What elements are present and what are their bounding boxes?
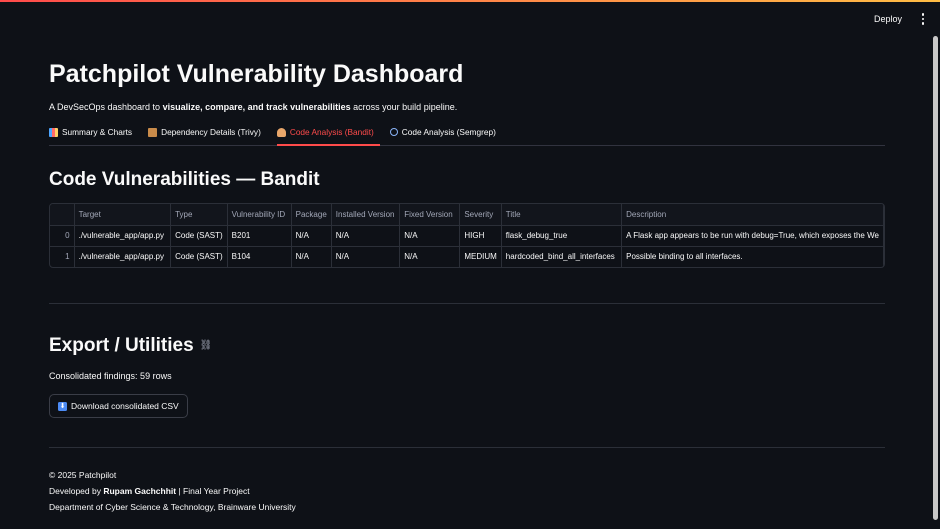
table-cell[interactable]: B201 [227,225,292,247]
subtitle-prefix: A DevSecOps dashboard to [49,102,163,112]
tab-code-analysis-bandit[interactable]: Code Analysis (Bandit) [276,127,380,146]
table-cell[interactable]: N/A [331,225,401,247]
tab-summary-charts[interactable]: Summary & Charts [49,127,138,145]
tab-bar: Summary & Charts Dependency Details (Tri… [49,123,885,146]
table-cell[interactable]: 0 [50,225,75,247]
main-content: Patchpilot Vulnerability Dashboard A Dev… [49,56,885,515]
table-cell[interactable]: N/A [291,225,332,247]
table-cell[interactable]: N/A [399,246,461,267]
magnifier-icon [389,128,398,136]
package-icon [148,127,158,137]
anchor-link-icon[interactable]: ⛓ [200,334,213,358]
column-header-type[interactable]: Type [170,204,228,226]
app-toolbar: Deploy [868,8,928,30]
table-cell[interactable]: HIGH [459,225,502,247]
table-cell[interactable]: N/A [399,225,461,247]
export-section-title: Export / Utilities ⛓ [49,334,885,358]
column-header-target[interactable]: Target [74,204,172,226]
table-cell[interactable]: Code (SAST) [170,225,228,247]
developer-name: Rupam Gachchhit [103,486,177,496]
download-arrow-icon: ⬇ [58,401,67,411]
tab-label: Code Analysis (Bandit) [289,127,374,137]
footer: © 2025 Patchpilot Developed by Rupam Gac… [49,467,885,515]
table-row: 1 ./vulnerable_app/app.py Code (SAST) B1… [50,246,884,267]
column-header-index[interactable] [50,204,75,226]
table-row: 0 ./vulnerable_app/app.py Code (SAST) B2… [50,225,884,247]
tab-dependency-details[interactable]: Dependency Details (Trivy) [148,127,267,145]
column-header-vulnerability-id[interactable]: Vulnerability ID [227,204,292,226]
tab-label: Dependency Details (Trivy) [161,127,261,137]
subtitle-bold: visualize, compare, and track vulnerabil… [162,102,351,112]
vulnerability-table[interactable]: Target Type Vulnerability ID Package Ins… [49,203,885,268]
consolidated-rows-info: Consolidated findings: 59 rows [49,371,172,381]
tab-label: Summary & Charts [62,127,133,137]
chart-icon [49,127,58,137]
column-header-package[interactable]: Package [291,204,332,226]
table-cell[interactable]: Code (SAST) [170,246,228,267]
table-cell[interactable]: A Flask app appears to be run with debug… [621,225,884,247]
section-divider [49,303,885,304]
download-button-label: Download consolidated CSV [71,401,179,411]
deploy-button[interactable]: Deploy [868,10,908,28]
footer-department: Department of Cyber Science & Technology… [49,502,296,512]
table-cell[interactable]: ./vulnerable_app/app.py [74,246,172,267]
person-icon [276,127,286,137]
column-header-installed-version[interactable]: Installed Version [331,204,401,226]
developer-prefix: Developed by [49,486,104,496]
table-cell[interactable]: hardcoded_bind_all_interfaces [501,246,623,267]
table-cell[interactable]: Possible binding to all interfaces. [621,246,884,267]
kebab-menu-icon[interactable] [918,11,928,27]
table-cell[interactable]: N/A [331,246,401,267]
export-title-text: Export / Utilities [49,335,194,356]
table-cell[interactable]: flask_debug_true [501,225,623,247]
vertical-scrollbar[interactable] [933,36,938,520]
table-header-row: Target Type Vulnerability ID Package Ins… [50,204,884,226]
column-header-title[interactable]: Title [501,204,623,226]
download-csv-button[interactable]: ⬇ Download consolidated CSV [49,394,188,418]
table-cell[interactable]: 1 [50,246,75,267]
tab-code-analysis-semgrep[interactable]: Code Analysis (Semgrep) [389,127,502,145]
top-decoration-stripe [0,0,940,2]
footer-divider [49,447,885,448]
column-header-fixed-version[interactable]: Fixed Version [399,204,461,226]
page-subtitle: A DevSecOps dashboard to visualize, comp… [49,100,885,114]
developer-suffix: | Final Year Project [176,486,250,496]
column-header-description[interactable]: Description [621,204,884,226]
table-cell[interactable]: ./vulnerable_app/app.py [74,225,172,247]
column-header-severity[interactable]: Severity [459,204,502,226]
table-cell[interactable]: MEDIUM [459,246,502,267]
footer-copyright: © 2025 Patchpilot [49,470,117,480]
table-cell[interactable]: N/A [291,246,332,267]
data-grid: Target Type Vulnerability ID Package Ins… [50,204,884,267]
tab-label: Code Analysis (Semgrep) [401,127,496,137]
footer-developer: Developed by Rupam Gachchhit | Final Yea… [49,483,885,499]
section-title: Code Vulnerabilities — Bandit [49,169,320,190]
page-title: Patchpilot Vulnerability Dashboard [49,60,464,88]
subtitle-suffix: across your build pipeline. [350,102,458,112]
table-cell[interactable]: B104 [227,246,292,267]
